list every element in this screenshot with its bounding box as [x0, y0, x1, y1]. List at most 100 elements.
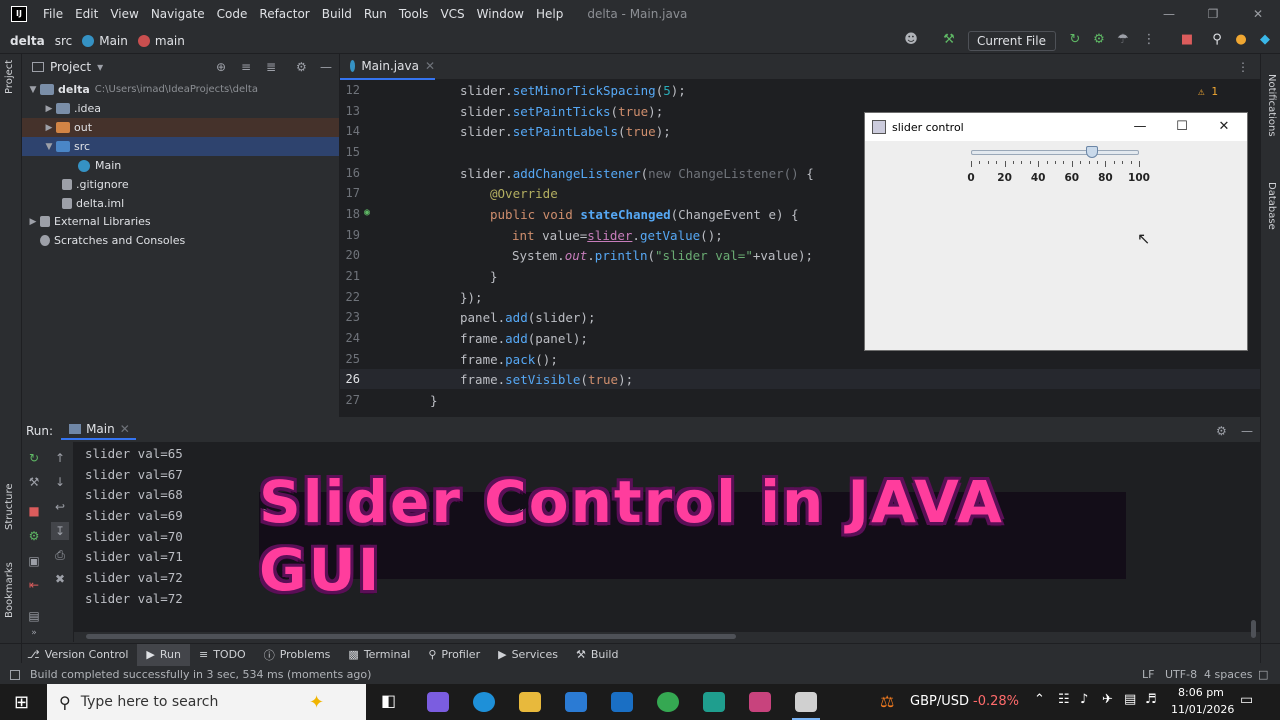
trash-icon[interactable]: ✖	[51, 570, 69, 588]
tab-build[interactable]: ⚒ Build	[567, 644, 628, 666]
ticker-name[interactable]: GBP/USD	[910, 694, 969, 709]
menu-navigate[interactable]: Navigate	[145, 7, 211, 21]
structure-tool-label[interactable]: Structure	[4, 483, 15, 530]
store-icon[interactable]	[565, 692, 587, 712]
tree-item-main[interactable]: Main	[22, 156, 339, 175]
file-encoding[interactable]: UTF-8	[1165, 668, 1197, 681]
run-configuration-select[interactable]: Current File ▾	[968, 31, 1056, 66]
tree-item-external-libraries[interactable]: ▶ External Libraries	[22, 212, 339, 231]
gear-icon[interactable]: ⚙	[296, 60, 307, 74]
down-arrow-icon[interactable]: ↓	[51, 473, 69, 491]
tab-run[interactable]: ▶ Run	[137, 643, 190, 666]
menu-window[interactable]: Window	[471, 7, 530, 21]
breadcrumb-main-class[interactable]: Main	[99, 34, 128, 48]
copilot-icon[interactable]	[427, 692, 449, 712]
tree-item-gitignore[interactable]: .gitignore	[22, 175, 339, 194]
rerun-icon[interactable]: ↻	[1066, 31, 1084, 49]
print-icon[interactable]: ⎙	[51, 546, 69, 564]
pycharm-icon[interactable]	[703, 692, 725, 712]
stocks-icon[interactable]: ⚖	[880, 692, 894, 711]
menu-run[interactable]: Run	[358, 7, 393, 21]
swing-maximize-icon[interactable]: ☐	[1161, 113, 1203, 141]
debug-icon[interactable]: ⚙	[1090, 31, 1108, 49]
line-separator[interactable]: LF	[1142, 668, 1154, 681]
breadcrumb-src[interactable]: src	[55, 34, 73, 48]
menu-help[interactable]: Help	[530, 7, 569, 21]
vertical-scrollbar[interactable]	[1251, 620, 1256, 638]
network-icon[interactable]: ▤	[1124, 692, 1136, 707]
stop-icon[interactable]: ■	[1178, 31, 1196, 49]
menu-tools[interactable]: Tools	[393, 7, 435, 21]
tab-todo[interactable]: ≡ TODO	[190, 644, 255, 666]
close-tab-icon[interactable]: ✕	[425, 59, 435, 73]
restore-icon[interactable]: ❐	[1191, 0, 1235, 28]
menu-build[interactable]: Build	[316, 7, 358, 21]
hide-panel-icon[interactable]: —	[320, 60, 332, 74]
intellij-icon[interactable]	[749, 692, 771, 712]
expand-all-icon[interactable]: ≡	[241, 60, 251, 74]
more-run-icon[interactable]: ⋮	[1140, 31, 1158, 49]
project-panel-title[interactable]: Project	[50, 60, 91, 74]
slider-thumb[interactable]	[1085, 146, 1098, 158]
override-gutter-icon[interactable]: ◉	[364, 207, 370, 218]
wifi-icon[interactable]: ☷	[1058, 692, 1070, 707]
clock-date[interactable]: 11/01/2026	[1171, 703, 1234, 716]
clock-time[interactable]: 8:06 pm	[1178, 686, 1224, 699]
exit-icon[interactable]: ⇤	[25, 576, 43, 594]
debug-icon[interactable]: ⚙	[25, 527, 43, 545]
close-tab-icon[interactable]: ✕	[120, 422, 130, 436]
tab-version-control[interactable]: ⎇ Version Control	[18, 644, 137, 666]
tab-services[interactable]: ▶ Services	[489, 644, 567, 666]
menu-code[interactable]: Code	[211, 7, 254, 21]
search-icon[interactable]: ⚲	[1208, 31, 1226, 49]
tab-profiler[interactable]: ⚲ Profiler	[419, 644, 489, 666]
breadcrumb-project[interactable]: delta	[10, 34, 45, 48]
tree-item-src[interactable]: ▼ src	[22, 137, 339, 156]
tree-item-scratches[interactable]: Scratches and Consoles	[22, 231, 339, 250]
tree-item-out[interactable]: ▶ out	[22, 118, 339, 137]
minimize-icon[interactable]: —	[1147, 0, 1191, 28]
hide-panel-icon[interactable]: —	[1241, 424, 1253, 438]
swing-close-icon[interactable]: ✕	[1203, 113, 1245, 141]
menu-edit[interactable]: Edit	[69, 7, 104, 21]
intellij-logo[interactable]: IJ	[11, 6, 27, 22]
file-explorer-icon[interactable]	[519, 692, 541, 712]
chevron-up-icon[interactable]: ⌃	[1034, 692, 1045, 707]
swing-title-bar[interactable]: slider control — ☐ ✕	[865, 113, 1247, 141]
collapse-all-icon[interactable]: ≣	[266, 60, 276, 74]
expanded-arrow-icon[interactable]: ▼	[26, 85, 40, 95]
scroll-to-end-icon[interactable]: ↧	[51, 522, 69, 540]
horizontal-scrollbar[interactable]	[86, 634, 736, 639]
bookmarks-tool-label[interactable]: Bookmarks	[4, 562, 15, 618]
camera-icon[interactable]: ▣	[25, 552, 43, 570]
tab-terminal[interactable]: ▩ Terminal	[339, 644, 419, 666]
menu-refactor[interactable]: Refactor	[253, 7, 315, 21]
volume-icon[interactable]: ♬	[1145, 692, 1157, 707]
layout-icon[interactable]	[10, 669, 20, 680]
stop-icon[interactable]: ■	[25, 502, 43, 520]
menu-vcs[interactable]: VCS	[434, 7, 470, 21]
update-icon[interactable]: ●	[1232, 31, 1250, 49]
plugin-icon[interactable]: ◆	[1256, 31, 1274, 49]
build-hammer-icon[interactable]: ⚒	[940, 31, 958, 49]
database-tool-label[interactable]: Database	[1266, 182, 1277, 230]
chevron-down-icon[interactable]: ▾	[97, 60, 103, 74]
edge-icon[interactable]	[473, 692, 495, 712]
up-arrow-icon[interactable]: ↑	[51, 449, 69, 467]
tree-item-idea[interactable]: ▶ .idea	[22, 99, 339, 118]
tab-problems[interactable]: ⓘ Problems	[255, 644, 340, 666]
rerun-icon[interactable]: ↻	[25, 449, 43, 467]
coverage-icon[interactable]: ☂	[1114, 31, 1132, 49]
breadcrumb-main-method[interactable]: main	[155, 34, 185, 48]
menu-view[interactable]: View	[104, 7, 144, 21]
indent-setting[interactable]: 4 spaces	[1204, 668, 1253, 681]
gear-icon[interactable]: ⚙	[1216, 424, 1227, 438]
menu-file[interactable]: File	[37, 7, 69, 21]
run-tab-main[interactable]: Main ✕	[61, 422, 136, 440]
wrench-icon[interactable]: ⚒	[25, 473, 43, 491]
warning-icon[interactable]: ⚠ 1	[1198, 85, 1218, 98]
tab-main-java[interactable]: Main.java ✕	[340, 54, 435, 80]
slider-control-window[interactable]: slider control — ☐ ✕ 0 20 40 60 80 100 ↖	[864, 112, 1248, 351]
status-message[interactable]: Build completed successfully in 3 sec, 5…	[30, 668, 371, 681]
layout-icon[interactable]: ▤	[25, 607, 43, 625]
